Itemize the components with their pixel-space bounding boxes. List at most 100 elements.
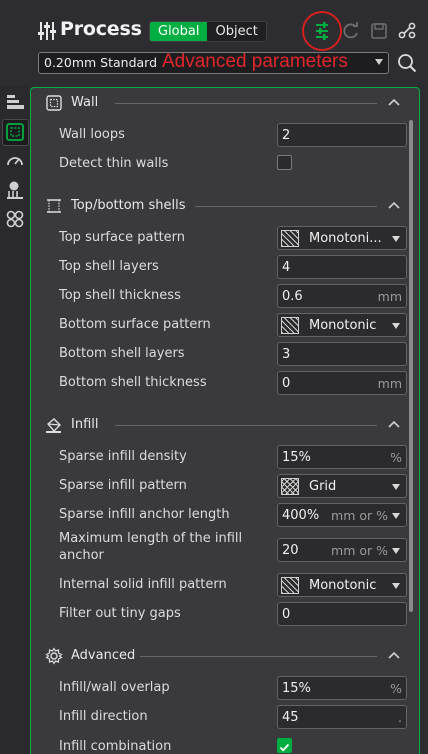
annotation-circle bbox=[302, 11, 342, 51]
preset-dropdown[interactable]: 0.20mm Standard Advanced parameters bbox=[38, 51, 389, 74]
setting-label: Maximum length of the infill anchor bbox=[59, 531, 243, 563]
setting-label: Wall loops bbox=[59, 127, 125, 142]
object-tab[interactable]: Object bbox=[207, 22, 266, 41]
chevron-down-icon bbox=[392, 236, 400, 242]
others-icon[interactable] bbox=[4, 208, 26, 230]
setting-label: Top shell thickness bbox=[59, 288, 181, 303]
wall-loops-input[interactable]: 2 bbox=[277, 123, 407, 147]
bottom-shell-thickness-input[interactable]: 0 mm bbox=[277, 371, 407, 395]
setting-row-sparse-infill-density: Sparse infill density 15% % bbox=[59, 445, 409, 469]
panel-scrollbar[interactable] bbox=[409, 120, 413, 612]
internal-solid-infill-pattern-select[interactable]: Monotonic bbox=[277, 573, 407, 597]
setting-row-sparse-infill-anchor-length: Sparse infill anchor length 400% mm or % bbox=[59, 503, 409, 527]
setting-label: Detect thin walls bbox=[59, 156, 169, 171]
strength-icon[interactable] bbox=[4, 121, 26, 143]
input-value: 15% bbox=[282, 681, 311, 696]
search-icon[interactable] bbox=[396, 52, 418, 74]
input-unit: . bbox=[398, 710, 402, 725]
setting-row-filter-tiny-gaps: Filter out tiny gaps 0 bbox=[59, 602, 409, 626]
setting-row-top-shell-layers: Top shell layers 4 bbox=[59, 255, 409, 279]
chevron-up-icon[interactable] bbox=[387, 419, 401, 429]
setting-label: Infill combination bbox=[59, 739, 172, 754]
input-value: 2 bbox=[282, 128, 291, 143]
wall-icon bbox=[46, 95, 62, 111]
setting-label: Top shell layers bbox=[59, 259, 159, 274]
process-header: Process Global Object 0.20mm Standard Ad… bbox=[0, 0, 428, 88]
input-value: 400% bbox=[282, 508, 320, 523]
chevron-down-icon[interactable] bbox=[392, 548, 400, 554]
input-unit: mm or % bbox=[331, 543, 388, 558]
top-shell-thickness-input[interactable]: 0.6 mm bbox=[277, 284, 407, 308]
setting-row-sparse-infill-pattern: Sparse infill pattern Grid bbox=[59, 474, 409, 498]
setting-row-top-shell-thickness: Top shell thickness 0.6 mm bbox=[59, 284, 409, 308]
select-value: Grid bbox=[309, 479, 337, 494]
chevron-up-icon[interactable] bbox=[387, 97, 401, 107]
setting-label: Bottom shell layers bbox=[59, 346, 185, 361]
infill-combination-checkbox[interactable] bbox=[277, 738, 292, 753]
top-shell-layers-input[interactable]: 4 bbox=[277, 255, 407, 279]
filter-tiny-gaps-input[interactable]: 0 bbox=[277, 602, 407, 626]
input-value: 0 bbox=[282, 607, 291, 622]
setting-label: Bottom surface pattern bbox=[59, 317, 211, 332]
sliders-icon bbox=[38, 22, 56, 40]
compare-icon[interactable] bbox=[396, 20, 418, 42]
max-infill-anchor-input[interactable]: 20 mm or % bbox=[277, 538, 407, 562]
section-title-infill: Infill bbox=[71, 417, 99, 432]
section-wall[interactable]: Wall bbox=[45, 92, 410, 114]
setting-label: Infill/wall overlap bbox=[59, 680, 170, 695]
setting-label: Top surface pattern bbox=[59, 230, 186, 245]
advanced-parameters-annotation: Advanced parameters bbox=[162, 51, 348, 72]
select-value: Monotonic bbox=[309, 318, 377, 333]
input-value: 20 bbox=[282, 543, 299, 558]
section-title-advanced: Advanced bbox=[71, 648, 136, 663]
section-advanced[interactable]: Advanced bbox=[45, 645, 410, 667]
setting-label: Filter out tiny gaps bbox=[59, 606, 181, 621]
support-icon[interactable] bbox=[4, 179, 26, 201]
advanced-gear-icon bbox=[45, 647, 63, 665]
chevron-down-icon bbox=[392, 583, 400, 589]
sparse-infill-pattern-select[interactable]: Grid bbox=[277, 474, 407, 498]
monotonic-pattern-icon bbox=[281, 317, 299, 334]
infill-direction-input[interactable]: 45 . bbox=[277, 705, 407, 729]
input-unit: mm or % bbox=[331, 508, 388, 523]
chevron-down-icon bbox=[392, 484, 400, 490]
setting-row-infill-combination: Infill combination bbox=[59, 735, 409, 754]
infill-wall-overlap-input[interactable]: 15% % bbox=[277, 676, 407, 700]
preset-value: 0.20mm Standard bbox=[44, 55, 158, 70]
section-infill[interactable]: Infill bbox=[45, 414, 410, 436]
grid-pattern-icon bbox=[281, 478, 299, 495]
setting-row-bottom-shell-layers: Bottom shell layers 3 bbox=[59, 342, 409, 366]
checkmark-icon bbox=[279, 743, 290, 752]
setting-label: Infill direction bbox=[59, 709, 148, 724]
setting-label: Bottom shell thickness bbox=[59, 375, 207, 390]
input-unit: mm bbox=[377, 289, 402, 304]
global-object-toggle: Global Object bbox=[149, 21, 267, 42]
reset-icon[interactable] bbox=[340, 20, 362, 42]
setting-row-internal-solid-infill-pattern: Internal solid infill pattern Monotonic bbox=[59, 573, 409, 597]
chevron-up-icon[interactable] bbox=[387, 200, 401, 210]
chevron-down-icon bbox=[375, 59, 383, 65]
sparse-infill-density-input[interactable]: 15% % bbox=[277, 445, 407, 469]
setting-row-max-infill-anchor: Maximum length of the infill anchor 20 m… bbox=[59, 531, 409, 563]
input-unit: % bbox=[390, 450, 402, 465]
speed-icon[interactable] bbox=[4, 150, 26, 172]
top-surface-pattern-select[interactable]: Monotoni... bbox=[277, 226, 407, 250]
setting-label: Sparse infill density bbox=[59, 449, 187, 464]
global-tab[interactable]: Global bbox=[150, 22, 208, 41]
detect-thin-walls-checkbox[interactable] bbox=[277, 155, 292, 170]
chevron-down-icon[interactable] bbox=[392, 513, 400, 519]
chevron-up-icon[interactable] bbox=[387, 650, 401, 660]
sparse-infill-anchor-length-input[interactable]: 400% mm or % bbox=[277, 503, 407, 527]
section-title-wall: Wall bbox=[71, 95, 99, 110]
section-divider bbox=[195, 206, 377, 207]
input-value: 3 bbox=[282, 347, 291, 362]
save-icon[interactable] bbox=[368, 20, 390, 42]
quality-icon[interactable] bbox=[4, 92, 26, 114]
shells-icon bbox=[47, 199, 61, 213]
bottom-shell-layers-input[interactable]: 3 bbox=[277, 342, 407, 366]
monotonic-pattern-icon bbox=[281, 230, 299, 247]
section-top-bottom-shells[interactable]: Top/bottom shells bbox=[45, 195, 410, 217]
bottom-surface-pattern-select[interactable]: Monotonic bbox=[277, 313, 407, 337]
page-title: Process bbox=[60, 18, 142, 40]
section-divider bbox=[115, 425, 377, 426]
